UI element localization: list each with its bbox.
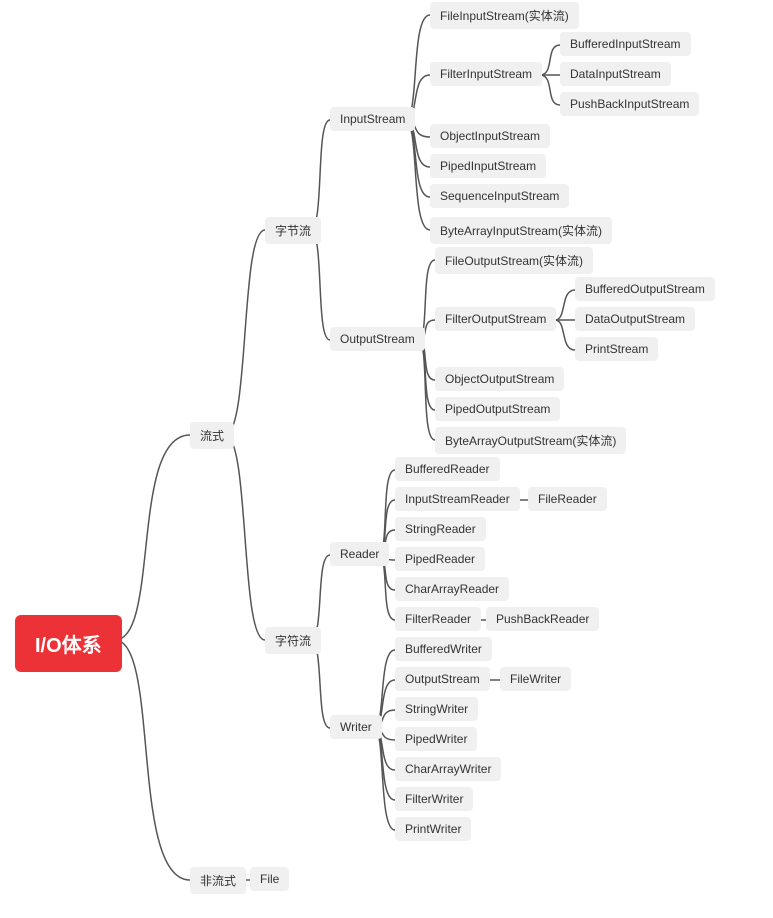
node-objectinputstream[interactable]: ObjectInputStream [430,124,550,148]
node-sequenceinputstream[interactable]: SequenceInputStream [430,184,569,208]
node-filewriter[interactable]: FileWriter [500,667,571,691]
node-filterreader[interactable]: FilterReader [395,607,481,631]
node-stringwriter[interactable]: StringWriter [395,697,478,721]
node-pushbackinputstream[interactable]: PushBackInputStream [560,92,699,116]
node-byte[interactable]: 字节流 [265,217,321,244]
node-datainputstream[interactable]: DataInputStream [560,62,671,86]
node-chararrayreader[interactable]: CharArrayReader [395,577,509,601]
node-outputstream[interactable]: OutputStream [330,327,425,351]
node-outputstreamwriter[interactable]: OutputStream [395,667,490,691]
node-file[interactable]: File [250,867,289,891]
node-dataoutputstream[interactable]: DataOutputStream [575,307,695,331]
node-pushbackreader[interactable]: PushBackReader [486,607,599,631]
node-stream[interactable]: 流式 [190,422,234,449]
node-inputstreamreader[interactable]: InputStreamReader [395,487,520,511]
node-char[interactable]: 字符流 [265,627,321,654]
node-bufferedinputstream[interactable]: BufferedInputStream [560,32,691,56]
node-filterinputstream[interactable]: FilterInputStream [430,62,542,86]
node-filteroutputstream[interactable]: FilterOutputStream [435,307,556,331]
node-stringreader[interactable]: StringReader [395,517,486,541]
node-chararraywriter[interactable]: CharArrayWriter [395,757,501,781]
node-bufferedwriter[interactable]: BufferedWriter [395,637,492,661]
node-bufferedreader[interactable]: BufferedReader [395,457,500,481]
node-objectoutputstream[interactable]: ObjectOutputStream [435,367,564,391]
node-printwriter[interactable]: PrintWriter [395,817,471,841]
node-bufferedoutputstream[interactable]: BufferedOutputStream [575,277,715,301]
node-fileoutputstream[interactable]: FileOutputStream(实体流) [435,247,593,274]
node-printstream[interactable]: PrintStream [575,337,658,361]
node-pipedinputstream[interactable]: PipedInputStream [430,154,546,178]
node-filereader[interactable]: FileReader [528,487,607,511]
node-bytearrayoutputstream[interactable]: ByteArrayOutputStream(实体流) [435,427,626,454]
root-node[interactable]: I/O体系 [15,615,122,672]
node-inputstream[interactable]: InputStream [330,107,415,131]
node-nonstream[interactable]: 非流式 [190,867,246,894]
node-pipedwriter[interactable]: PipedWriter [395,727,477,751]
node-reader[interactable]: Reader [330,542,389,566]
node-fileinputstream[interactable]: FileInputStream(实体流) [430,2,579,29]
node-bytearrayinputstream[interactable]: ByteArrayInputStream(实体流) [430,217,612,244]
node-pipedoutputstream[interactable]: PipedOutputStream [435,397,560,421]
node-writer[interactable]: Writer [330,715,382,739]
node-filterwriter[interactable]: FilterWriter [395,787,473,811]
node-pipedreader[interactable]: PipedReader [395,547,485,571]
